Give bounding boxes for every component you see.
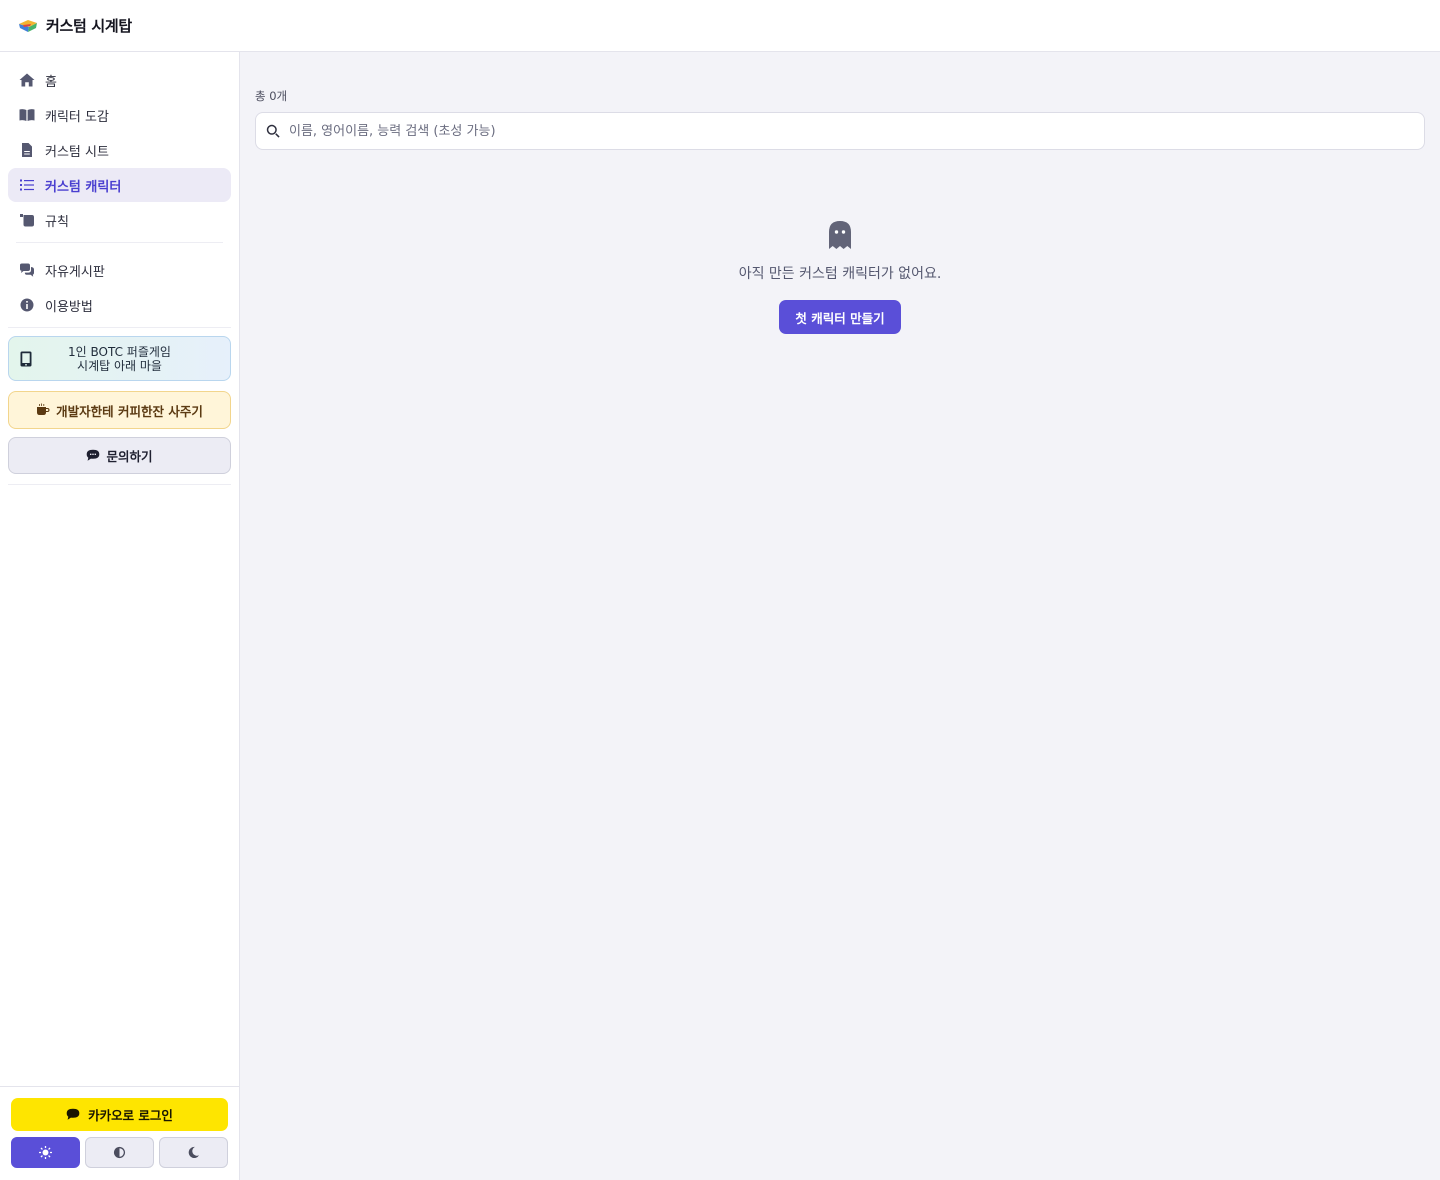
kakao-login-button[interactable]: 카카오로 로그인 xyxy=(11,1098,228,1131)
buy-coffee-button[interactable]: 개발자한테 커피한잔 사주기 xyxy=(8,391,231,429)
sidebar-item-home[interactable]: 홈 xyxy=(8,63,231,97)
inquiry-label: 문의하기 xyxy=(106,449,153,464)
sidebar-item-label: 캐릭터 도감 xyxy=(45,109,109,125)
brand[interactable]: 커스텀 시계탑 xyxy=(18,15,132,36)
search-input[interactable] xyxy=(289,123,1424,139)
buy-coffee-label: 개발자한테 커피한잔 사주기 xyxy=(56,403,203,419)
sidebar-divider xyxy=(8,327,231,328)
sidebar-nav: 홈 캐릭터 도감 커스텀 시트 커스텀 캐릭터 규칙 자유게시판 이용방법 xyxy=(0,52,239,322)
theme-switcher xyxy=(11,1137,228,1168)
scroll-icon xyxy=(20,214,34,227)
sidebar-item-label: 홈 xyxy=(45,74,57,90)
theme-auto-button[interactable] xyxy=(85,1137,154,1168)
inquiry-button[interactable]: 문의하기 xyxy=(8,437,231,474)
kakao-chat-icon xyxy=(66,1108,80,1120)
sidebar-item-label: 자유게시판 xyxy=(45,264,105,280)
empty-message: 아직 만든 커스텀 캐릭터가 없어요. xyxy=(738,266,942,282)
sidebar-item-label: 이용방법 xyxy=(45,299,93,315)
sidebar-item-custom-character[interactable]: 커스텀 캐릭터 xyxy=(8,168,231,202)
kakao-login-label: 카카오로 로그인 xyxy=(88,1108,173,1123)
ghost-icon xyxy=(829,221,851,249)
result-count: 총 0개 xyxy=(255,89,288,103)
promo-game-banner[interactable]: 1인 BOTC 퍼즐게임 시계탑 아래 마을 xyxy=(8,336,231,381)
moon-icon xyxy=(188,1146,200,1159)
top-bar: 커스텀 시계탑 xyxy=(0,0,1440,52)
comments-icon xyxy=(20,263,34,277)
sidebar-item-how-to-use[interactable]: 이용방법 xyxy=(8,288,231,322)
sidebar-item-label: 커스텀 시트 xyxy=(45,144,109,160)
book-open-icon xyxy=(19,109,35,121)
sidebar: 홈 캐릭터 도감 커스텀 시트 커스텀 캐릭터 규칙 자유게시판 이용방법 1인… xyxy=(0,52,240,1180)
create-first-character-button[interactable]: 첫 캐릭터 만들기 xyxy=(779,300,901,334)
promo-text: 1인 BOTC 퍼즐게임 시계탑 아래 마을 xyxy=(9,345,230,373)
sidebar-item-free-board[interactable]: 자유게시판 xyxy=(8,253,231,287)
promo-line-1: 1인 BOTC 퍼즐게임 xyxy=(68,345,171,359)
sidebar-divider xyxy=(8,484,231,485)
info-circle-icon xyxy=(20,298,34,312)
sidebar-item-rules[interactable]: 규칙 xyxy=(8,203,231,237)
search-icon xyxy=(266,124,280,138)
theme-light-button[interactable] xyxy=(11,1137,80,1168)
clocktower-logo-icon xyxy=(19,19,37,32)
sidebar-item-label: 커스텀 캐릭터 xyxy=(45,179,122,195)
sun-icon xyxy=(39,1146,52,1159)
list-icon xyxy=(20,179,34,191)
file-icon xyxy=(22,143,32,157)
sidebar-footer: 카카오로 로그인 xyxy=(0,1086,239,1180)
empty-state: 아직 만든 커스텀 캐릭터가 없어요. 첫 캐릭터 만들기 xyxy=(240,220,1440,334)
sidebar-item-character-book[interactable]: 캐릭터 도감 xyxy=(8,98,231,132)
sidebar-item-custom-sheet[interactable]: 커스텀 시트 xyxy=(8,133,231,167)
chat-bubble-icon xyxy=(87,449,100,461)
app-title: 커스텀 시계탑 xyxy=(46,17,132,35)
theme-dark-button[interactable] xyxy=(159,1137,228,1168)
sidebar-item-label: 규칙 xyxy=(45,214,69,230)
home-icon xyxy=(19,73,35,87)
search-bar xyxy=(255,112,1425,150)
half-circle-icon xyxy=(113,1146,126,1159)
promo-line-2: 시계탑 아래 마을 xyxy=(77,359,162,373)
main-content: 총 0개 아직 만든 커스텀 캐릭터가 없어요. 첫 캐릭터 만들기 xyxy=(240,52,1440,1180)
coffee-icon xyxy=(37,403,50,415)
sidebar-divider xyxy=(16,242,223,243)
